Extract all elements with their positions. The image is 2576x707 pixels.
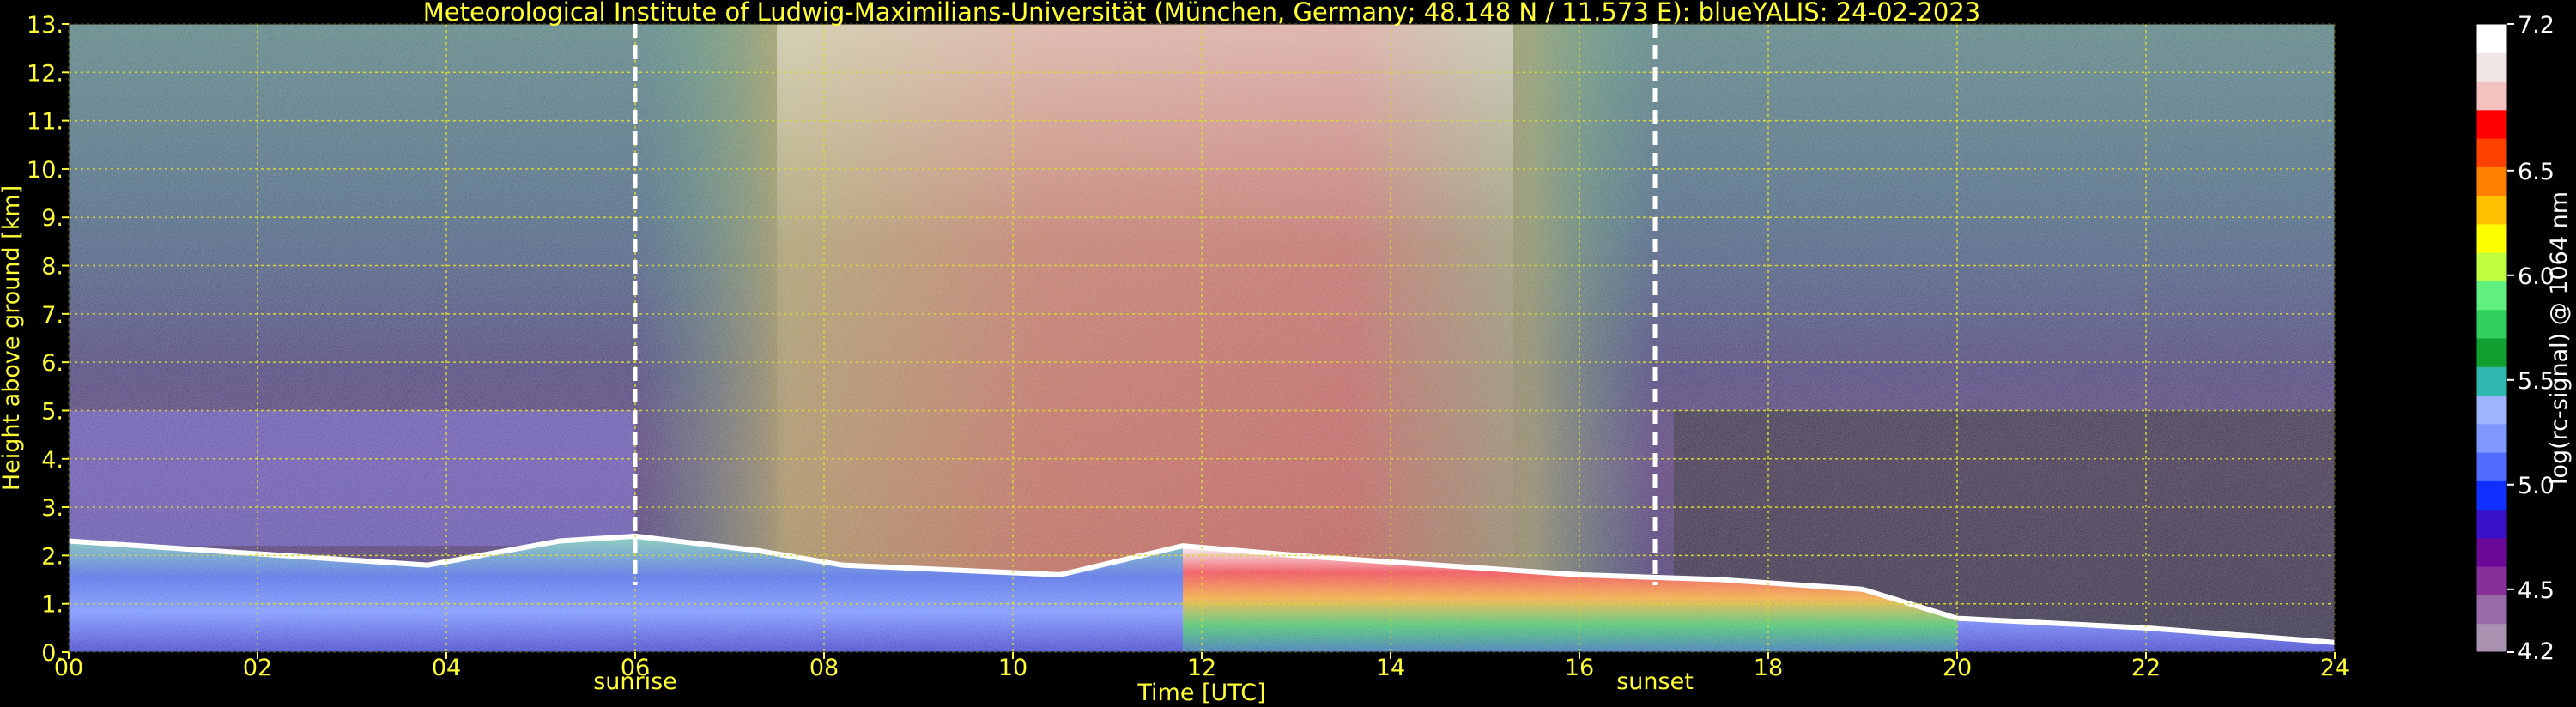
colorbar-segment [2476, 138, 2507, 167]
x-tick-label: 06 [621, 655, 650, 681]
y-tick-label: 13. [27, 12, 64, 39]
x-tick-label: 12 [1187, 655, 1216, 681]
colorbar-tick-label: 6.5 [2518, 159, 2555, 185]
y-tick-label: 6. [41, 350, 64, 377]
lidar-chart: sunrise sunset 00 02 04 06 08 10 12 14 16 18 20 22 24… [0, 0, 2573, 706]
y-tick-label: 3. [41, 495, 64, 522]
colorbar-segment [2476, 309, 2507, 339]
colorbar-segment [2476, 81, 2507, 111]
y-tick-label: 4. [41, 447, 64, 474]
colorbar-segment [2476, 395, 2507, 425]
x-tick-label: 16 [1565, 655, 1594, 681]
y-tick-label: 11. [27, 109, 64, 136]
x-tick-label: 24 [2320, 655, 2349, 681]
x-tick-label: 22 [2131, 655, 2161, 681]
colorbar-segment [2476, 338, 2507, 367]
y-axis-label: Height above ground [km] [0, 185, 25, 491]
colorbar-segment [2476, 623, 2507, 653]
y-tick-label: 0. [41, 640, 64, 667]
colorbar-segment [2476, 109, 2507, 139]
y-tick-label: 10. [27, 157, 64, 184]
x-axis-label: Time [UTC] [1136, 680, 1265, 706]
y-tick-label: 2. [41, 543, 64, 570]
x-tick-label: 14 [1376, 655, 1405, 681]
colorbar-label: log(rc-signal) @ 1064 nm [2546, 191, 2573, 485]
y-tick-label: 9. [41, 205, 64, 232]
colorbar-segment [2476, 595, 2507, 625]
colorbar-segment [2476, 24, 2507, 53]
colorbar-segment [2476, 195, 2507, 225]
x-tick-label: 18 [1754, 655, 1783, 681]
x-tick-label: 02 [243, 655, 272, 681]
y-axis-ticks: 0. 1. 2. 3. 4. 5. 6. 7. 8. 9. 10. 11. 12. 13. [27, 12, 69, 667]
colorbar-tick-label: 4.5 [2518, 577, 2555, 604]
colorbar-segment [2476, 452, 2507, 481]
x-axis-ticks: 00 02 04 06 08 10 12 14 16 18 20 22 24 [54, 652, 2349, 681]
y-tick-label: 1. [41, 592, 64, 619]
colorbar-segment [2476, 166, 2507, 196]
x-tick-label: 10 [998, 655, 1027, 681]
colorbar-segment [2476, 52, 2507, 82]
colorbar-tick-label: 7.2 [2518, 12, 2555, 39]
colorbar-segment [2476, 566, 2507, 595]
x-tick-label: 08 [809, 655, 839, 681]
colorbar-tick-label: 4.2 [2518, 638, 2555, 665]
y-tick-label: 5. [41, 398, 64, 425]
colorbar-segment [2476, 423, 2507, 453]
y-tick-label: 7. [41, 302, 64, 329]
x-tick-label: 04 [432, 655, 461, 681]
y-tick-label: 12. [27, 60, 64, 87]
colorbar-segment [2476, 366, 2507, 396]
colorbar: 4.24.55.05.56.06.57.2 [2476, 12, 2555, 665]
colorbar-segment [2476, 252, 2507, 281]
colorbar-segment [2476, 509, 2507, 539]
colorbar-segment [2476, 480, 2507, 511]
chart-title: Meteorological Institute of Ludwig-Maxim… [423, 0, 1981, 27]
x-tick-label: 20 [1943, 655, 1972, 681]
colorbar-segment [2476, 223, 2507, 253]
event-label-sunset: sunset [1616, 668, 1694, 695]
colorbar-segment [2476, 281, 2507, 311]
y-tick-label: 8. [41, 254, 64, 281]
colorbar-segment [2476, 537, 2507, 567]
